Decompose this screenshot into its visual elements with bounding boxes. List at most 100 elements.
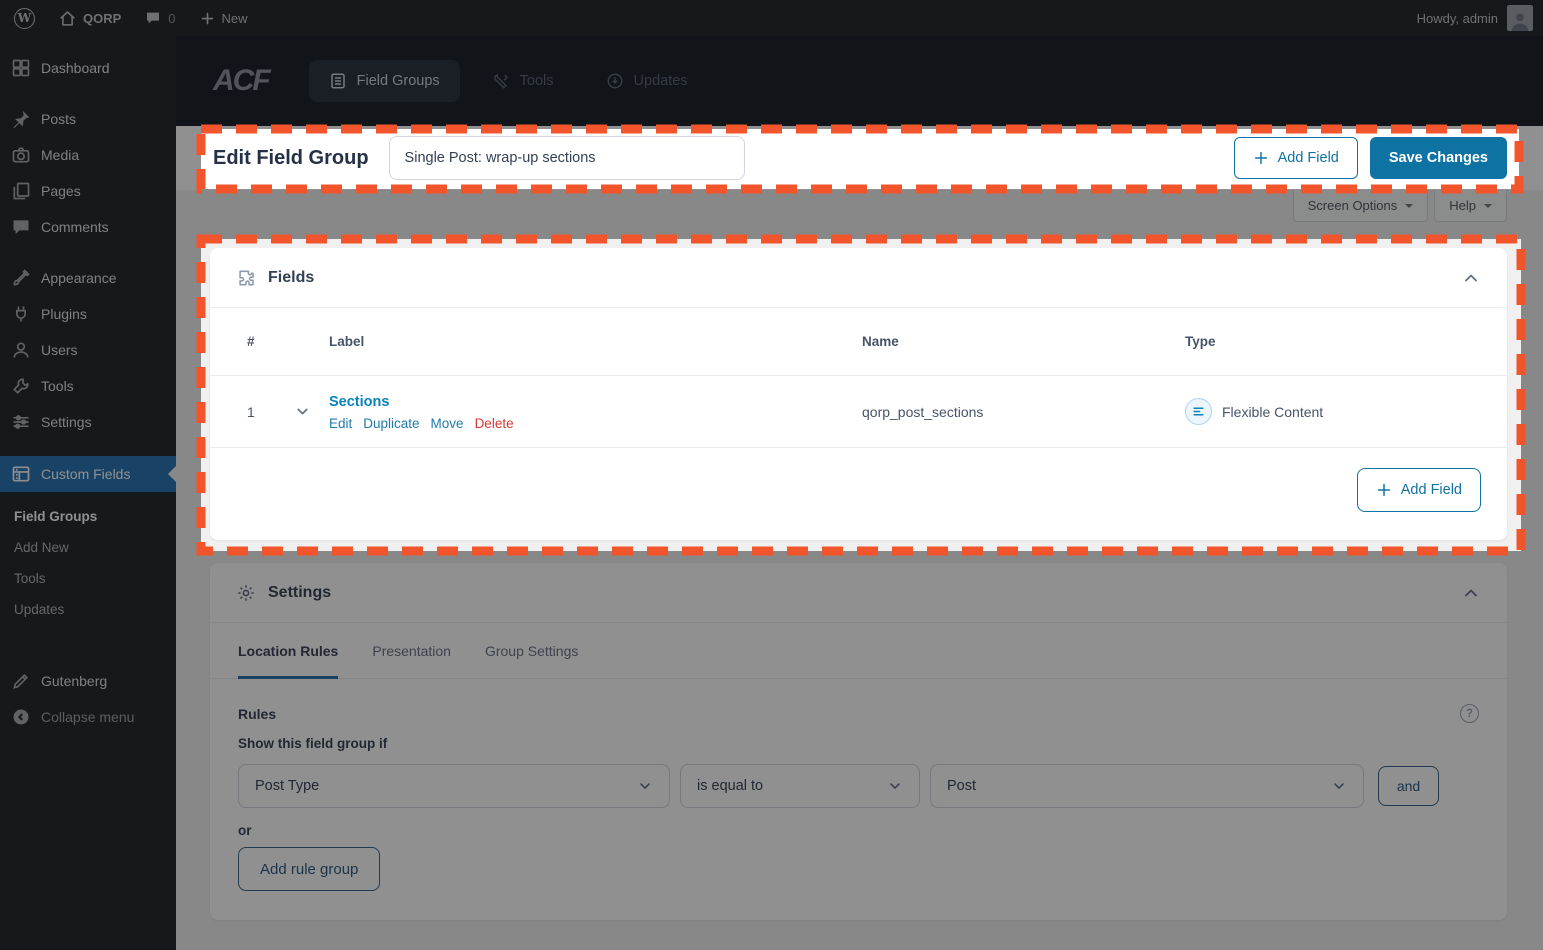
tab-group-settings[interactable]: Group Settings [485,623,578,678]
brush-icon [11,268,31,288]
acf-toolbar: ACF Field Groups Tools Updates [176,36,1543,126]
admin-sidebar: Dashboard Posts Media Pages Comments App… [0,36,176,950]
sidebar-item-label: Gutenberg [41,673,107,689]
sidebar-item-label: Appearance [41,270,117,286]
flexible-content-icon [1185,398,1212,425]
add-field-button[interactable]: Add Field [1234,137,1358,179]
plus-icon [1376,482,1392,498]
settings-tabs: Location Rules Presentation Group Settin… [210,623,1507,679]
tab-location-rules[interactable]: Location Rules [238,623,338,678]
sidebar-item-label: Custom Fields [41,466,130,482]
rule-param-select[interactable]: Post Type [238,764,670,808]
acf-tab-tools[interactable]: Tools [472,60,574,102]
add-rule-group-button[interactable]: Add rule group [238,847,380,891]
fields-panel: Fields # Label Name Type 1 Sections Edit… [210,248,1507,540]
rule-operator-select[interactable]: is equal to [680,764,920,808]
howdy-text[interactable]: Howdy, admin [1417,11,1498,26]
field-label-link[interactable]: Sections [329,394,389,410]
acf-tab-updates[interactable]: Updates [586,60,708,102]
comment-bubble-icon [145,10,161,26]
duplicate-action[interactable]: Duplicate [363,416,419,431]
sidebar-item-dashboard[interactable]: Dashboard [0,50,176,86]
sidebar-item-label: Media [41,147,79,163]
avatar[interactable] [1507,5,1533,31]
chevron-down-icon [637,778,653,794]
chevron-up-icon[interactable] [1461,268,1481,288]
download-circle-icon [606,72,624,90]
acf-logo: ACF [213,64,269,98]
rules-heading: Rules [238,706,276,722]
sidebar-item-settings[interactable]: Settings [0,404,176,440]
sidebar-item-label: Dashboard [41,60,110,76]
column-order: # [247,334,294,349]
add-field-button-bottom[interactable]: Add Field [1357,468,1481,512]
sidebar-item-gutenberg[interactable]: Gutenberg [0,663,176,699]
settings-panel-title: Settings [268,584,331,602]
tab-presentation[interactable]: Presentation [372,623,451,678]
sidebar-item-label: Collapse menu [41,709,134,725]
pages-icon [11,181,31,201]
user-silhouette-icon [1509,9,1531,31]
sidebar-item-posts[interactable]: Posts [0,101,176,137]
submenu-item-add-new[interactable]: Add New [0,532,176,563]
site-name: QORP [83,11,121,26]
field-group-title-input[interactable] [389,136,745,180]
page-title: Edit Field Group [213,147,369,170]
sidebar-item-custom-fields[interactable]: Custom Fields [0,456,176,492]
submenu-item-tools[interactable]: Tools [0,563,176,594]
or-label: or [238,823,1479,838]
sidebar-item-label: Posts [41,111,76,127]
pin-icon [11,109,31,129]
new-content-button[interactable]: New [188,0,260,36]
home-icon [59,10,76,27]
plus-icon [1253,150,1269,166]
screen-meta: Screen Options Help [1293,190,1507,222]
and-rule-button[interactable]: and [1378,766,1439,806]
column-type: Type [1185,334,1507,349]
condition-intro: Show this field group if [238,736,1479,751]
rule-value-select[interactable]: Post [930,764,1364,808]
edit-field-group-header: Edit Field Group Add Field Save Changes [176,126,1543,190]
submenu-item-updates[interactable]: Updates [0,594,176,625]
collapse-menu-button[interactable]: Collapse menu [0,699,176,735]
sidebar-item-comments[interactable]: Comments [0,209,176,245]
chevron-down-icon [1405,204,1413,212]
move-action[interactable]: Move [431,416,464,431]
site-link[interactable]: QORP [47,0,133,36]
help-button[interactable]: Help [1434,190,1507,222]
dashboard-icon [11,58,31,78]
sidebar-item-media[interactable]: Media [0,137,176,173]
sidebar-item-appearance[interactable]: Appearance [0,260,176,296]
sidebar-item-label: Users [41,342,78,358]
column-name: Name [862,334,1185,349]
help-icon[interactable]: ? [1460,704,1479,723]
wp-admin-bar: W QORP 0 New Howdy, admin [0,0,1543,36]
edit-action[interactable]: Edit [329,416,352,431]
delete-action[interactable]: Delete [475,416,514,431]
sidebar-item-label: Settings [41,414,92,430]
sidebar-item-label: Plugins [41,306,87,322]
puzzle-icon [236,268,256,288]
chevron-up-icon[interactable] [1461,583,1481,603]
submenu-item-field-groups[interactable]: Field Groups [0,501,176,532]
sidebar-item-pages[interactable]: Pages [0,173,176,209]
plus-icon [200,11,215,26]
sidebar-item-tools[interactable]: Tools [0,368,176,404]
acf-tab-field-groups[interactable]: Field Groups [309,60,460,102]
screen-options-button[interactable]: Screen Options [1293,190,1429,222]
sidebar-item-users[interactable]: Users [0,332,176,368]
chevron-down-icon [887,778,903,794]
save-changes-button[interactable]: Save Changes [1370,137,1507,179]
table-icon [11,464,31,484]
plug-icon [11,304,31,324]
sidebar-item-plugins[interactable]: Plugins [0,296,176,332]
custom-fields-submenu: Field Groups Add New Tools Updates [0,492,176,639]
wp-logo-menu[interactable]: W [0,0,47,36]
comments-indicator[interactable]: 0 [133,0,187,36]
gear-icon [236,583,256,603]
wordpress-logo-icon: W [14,8,35,29]
chevron-down-icon[interactable] [294,403,311,420]
comment-count: 0 [168,11,175,26]
settings-panel: Settings Location Rules Presentation Gro… [210,563,1507,920]
sidebar-item-label: Comments [41,219,109,235]
